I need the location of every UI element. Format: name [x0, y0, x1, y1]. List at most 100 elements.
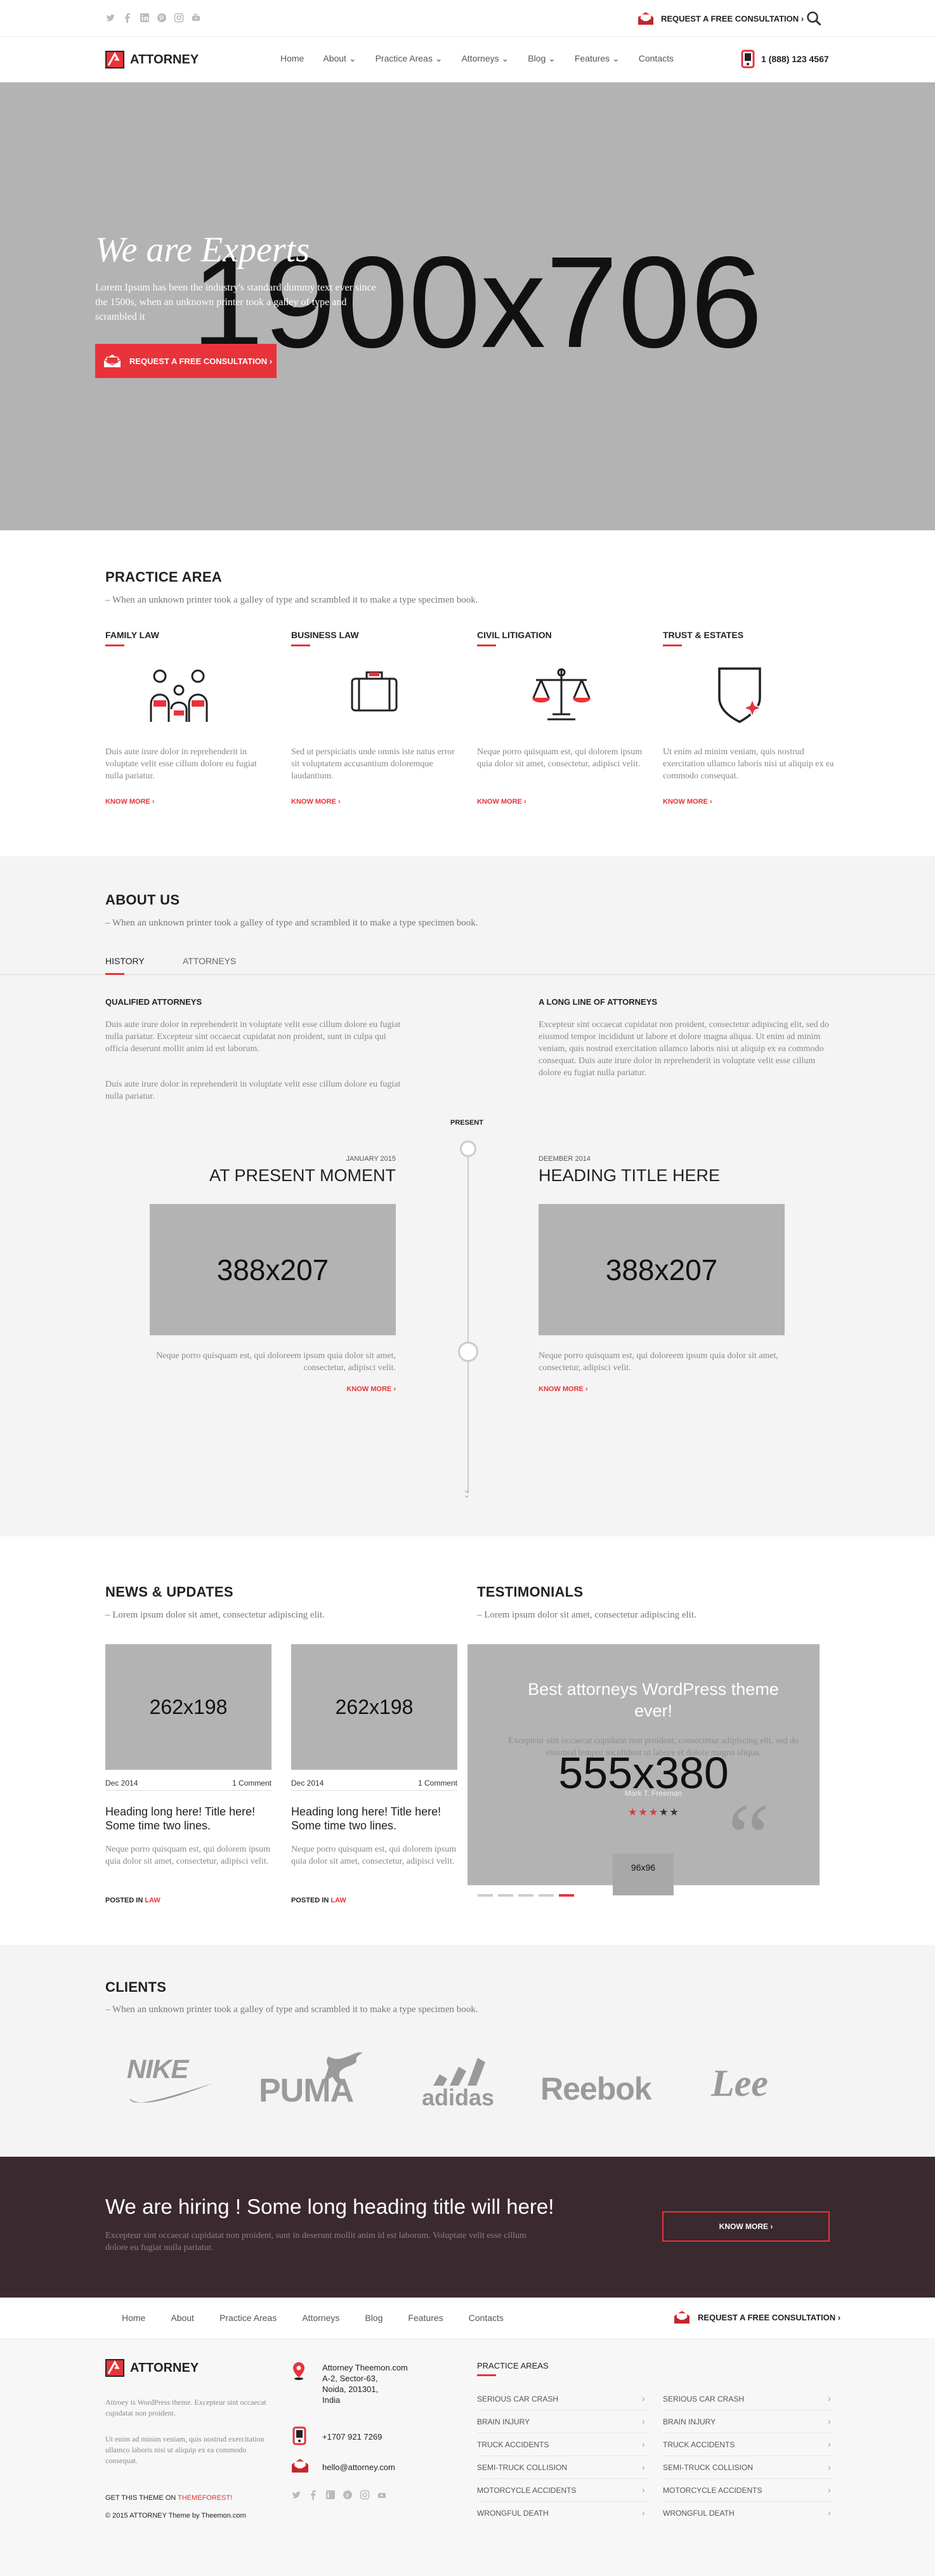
slider-dot[interactable] [559, 1894, 574, 1897]
footer-nav-about[interactable]: About [171, 2313, 194, 2323]
footer-practice-link[interactable]: BRAIN INJURY [477, 2417, 530, 2426]
themeforest-link[interactable]: THEMEFOREST! [178, 2494, 232, 2502]
footer-practice-link[interactable]: TRUCK ACCIDENTS [663, 2440, 735, 2449]
footer-nav-contacts[interactable]: Contacts [469, 2313, 504, 2323]
footer-logo[interactable]: ATTORNEY [105, 2359, 199, 2377]
qualified-text-2: Duis aute irure dolor in reprehenderit i… [105, 1080, 401, 1101]
nav-item-practice-areas[interactable]: Practice Areas ⌄ [376, 53, 443, 64]
client-logo-text: adidas [421, 2084, 495, 2110]
footer-practice-link[interactable]: SEMI-TRUCK COLLISION [477, 2463, 567, 2472]
news-posted-in: POSTED IN LAW [105, 1897, 160, 1904]
adidas-stripes-icon [433, 2058, 485, 2086]
nav-item-blog[interactable]: Blog ⌄ [528, 53, 556, 64]
footer-practice-link[interactable]: WRONGFUL DEATH [663, 2509, 735, 2518]
top-bar: REQUEST A FREE CONSULTATION › [0, 0, 935, 37]
consultation-link-top[interactable]: REQUEST A FREE CONSULTATION › [637, 11, 804, 26]
phone-number[interactable]: 1 (888) 123 4567 [741, 49, 829, 69]
logo[interactable]: ATTORNEY [105, 51, 199, 69]
news-comments[interactable]: 1 Comment [412, 1779, 457, 1788]
youtube-icon[interactable] [191, 13, 201, 23]
footer-nav-home[interactable]: Home [122, 2313, 145, 2323]
facebook-icon[interactable] [308, 2490, 318, 2500]
linkedin-icon[interactable] [140, 13, 150, 23]
footer-practice-link[interactable]: TRUCK ACCIDENTS [477, 2440, 549, 2449]
know-more-link[interactable]: KNOW MORE › [663, 798, 712, 806]
chevron-right-icon: › [828, 2507, 831, 2518]
footer-nav-attorneys[interactable]: Attorneys [302, 2313, 339, 2323]
search-icon[interactable] [806, 10, 822, 27]
footer-social-links [291, 2490, 387, 2500]
testimonial-quote: Best attorneys WordPress theme ever! [528, 1680, 779, 1720]
footer-nav-blog[interactable]: Blog [365, 2313, 383, 2323]
logo-icon [105, 2359, 124, 2377]
practice-card-title: FAMILY LAW [105, 630, 159, 640]
nav-item-about[interactable]: About ⌄ [323, 53, 356, 64]
hero-text: Lorem Ipsum has been the industry's stan… [95, 282, 376, 322]
timeline-dot [460, 1141, 476, 1157]
news-comments[interactable]: 1 Comment [226, 1779, 271, 1788]
news-headline[interactable]: Heading long here! Title here! Some time… [291, 1805, 457, 1833]
timeline-know-more-right[interactable]: KNOW MORE › [539, 1385, 588, 1393]
pinterest-icon[interactable] [157, 13, 167, 23]
footer-practice-link[interactable]: SEMI-TRUCK COLLISION [663, 2463, 753, 2472]
instagram-icon[interactable] [360, 2490, 370, 2500]
footer-phone[interactable]: +1707 921 7269 [322, 2432, 382, 2442]
testimonials-title: TESTIMONIALS [477, 1584, 584, 1600]
news-headline[interactable]: Heading long here! Title here! Some time… [105, 1805, 271, 1833]
footer-consultation-link[interactable]: REQUEST A FREE CONSULTATION › [672, 2310, 840, 2325]
instagram-icon[interactable] [174, 13, 184, 23]
footer-email[interactable]: hello@attorney.com [322, 2462, 395, 2472]
slider-dot[interactable] [539, 1894, 554, 1897]
qualified-title: QUALIFIED ATTORNEYS [105, 997, 202, 1007]
know-more-link[interactable]: KNOW MORE › [291, 798, 341, 806]
news-image[interactable]: 262x198 [291, 1644, 457, 1770]
hero-consultation-button[interactable]: REQUEST A FREE CONSULTATION › [95, 344, 277, 378]
client-logo-reebok[interactable]: Reebok [540, 2070, 652, 2107]
tab-history[interactable]: HISTORY [105, 956, 145, 966]
slider-dot[interactable] [498, 1894, 513, 1897]
nav-item-features[interactable]: Features ⌄ [575, 53, 620, 64]
news-image[interactable]: 262x198 [105, 1644, 271, 1770]
know-more-link[interactable]: KNOW MORE › [105, 798, 155, 806]
footer-nav-features[interactable]: Features [408, 2313, 443, 2323]
divider [105, 1790, 271, 1791]
twitter-icon[interactable] [291, 2490, 301, 2500]
nav-item-contacts[interactable]: Contacts [639, 53, 674, 64]
chevron-down-icon[interactable]: ⌄ ⌄ [463, 1485, 471, 1499]
footer-practice-link[interactable]: SERIOUS CAR CRASH [663, 2395, 744, 2403]
slider-dot[interactable] [518, 1894, 533, 1897]
posted-label: POSTED IN [291, 1897, 329, 1904]
footer-practice-link[interactable]: SERIOUS CAR CRASH [477, 2395, 558, 2403]
pinterest-icon[interactable] [343, 2490, 353, 2500]
nike-swoosh-icon [129, 2083, 213, 2103]
hiring-know-more-button[interactable]: KNOW MORE › [662, 2211, 830, 2242]
nav-item-home[interactable]: Home [280, 53, 304, 64]
facebook-icon[interactable] [122, 13, 133, 23]
envelope-icon [103, 353, 122, 369]
footer-practice-link[interactable]: MOTORCYCLE ACCIDENTS [477, 2486, 576, 2495]
news-category-link[interactable]: LAW [145, 1897, 160, 1904]
youtube-icon[interactable] [377, 2490, 387, 2500]
footer-consultation-label: REQUEST A FREE CONSULTATION › [698, 2312, 841, 2322]
footer-practice-link[interactable]: MOTORCYCLE ACCIDENTS [663, 2486, 762, 2495]
news-category-link[interactable]: LAW [330, 1897, 346, 1904]
footer-practice-link[interactable]: WRONGFUL DEATH [477, 2509, 549, 2518]
client-logo-lee[interactable]: Lee [711, 2062, 768, 2105]
twitter-icon[interactable] [105, 13, 115, 23]
star-empty-icon: ★ [659, 1807, 669, 1818]
slider-dot[interactable] [478, 1894, 493, 1897]
know-more-link[interactable]: KNOW MORE › [477, 798, 526, 806]
timeline-know-more-left[interactable]: KNOW MORE › [298, 1385, 396, 1393]
client-logo-adidas[interactable]: adidas [417, 2053, 499, 2111]
client-logo-nike[interactable]: NIKE [127, 2054, 216, 2106]
footer-practice-link[interactable]: BRAIN INJURY [663, 2417, 716, 2426]
practice-card-title: CIVIL LITIGATION [477, 630, 552, 640]
client-logo-puma[interactable]: PUMA [259, 2050, 368, 2109]
phone-label: 1 (888) 123 4567 [761, 54, 829, 64]
tab-attorneys[interactable]: ATTORNEYS [183, 956, 236, 966]
logo-icon [105, 51, 124, 69]
nav-item-attorneys[interactable]: Attorneys ⌄ [461, 53, 509, 64]
linkedin-icon[interactable] [325, 2490, 336, 2500]
footer-nav-practice-areas[interactable]: Practice Areas [219, 2313, 277, 2323]
footer-get-theme: GET THIS THEME ON THEMEFOREST! [105, 2494, 232, 2502]
